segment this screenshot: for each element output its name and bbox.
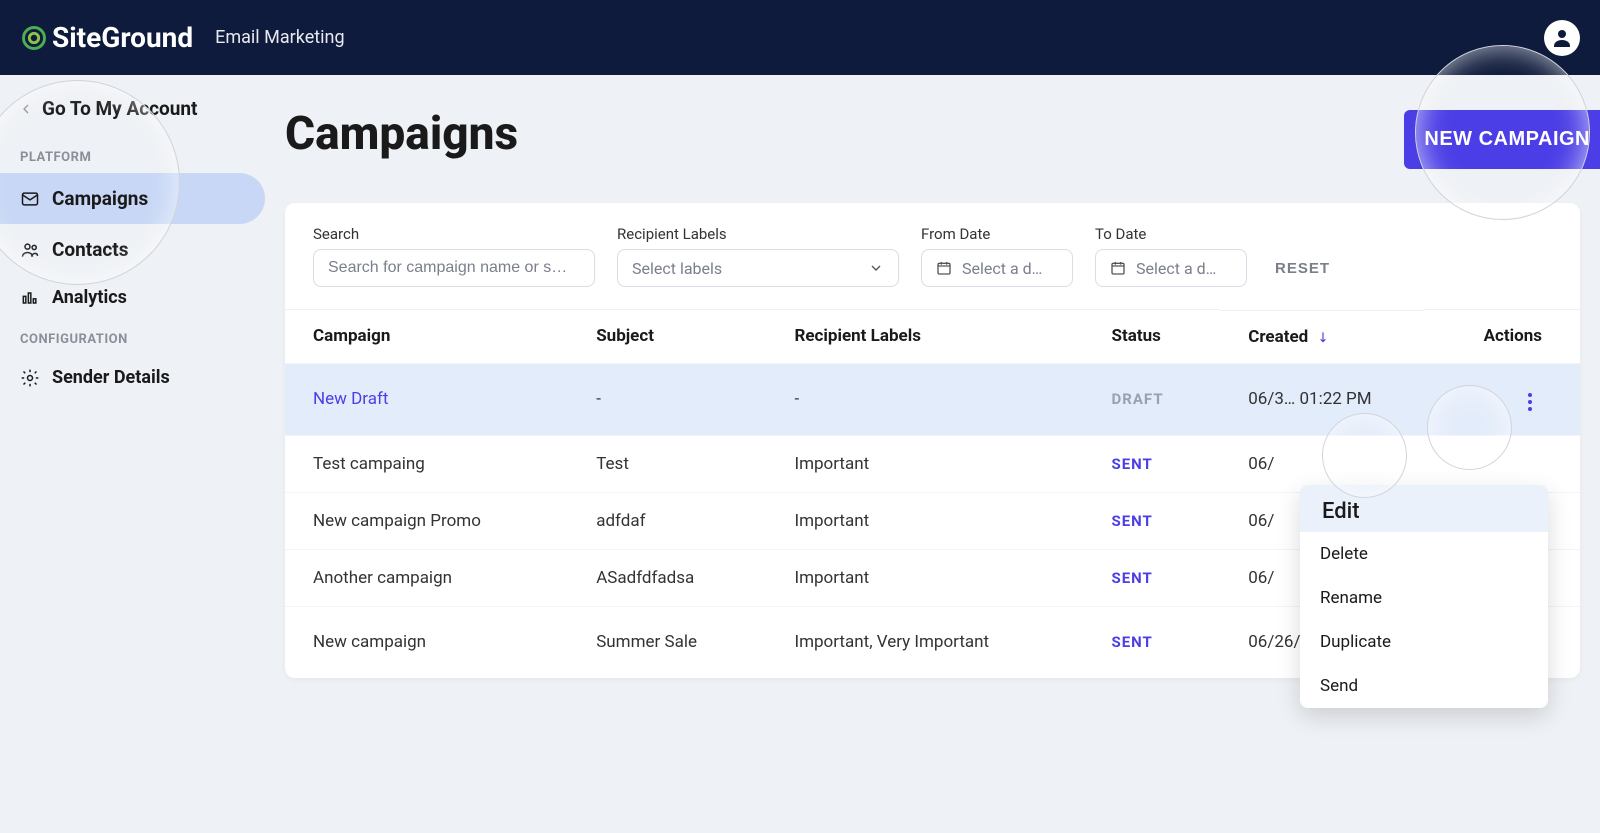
- cell-created: 06/3… 01:22 PM: [1220, 363, 1422, 435]
- cell-status: DRAFT: [1084, 363, 1221, 435]
- cell-labels: Important: [766, 492, 1083, 549]
- cell-campaign[interactable]: Test campaing: [285, 435, 568, 492]
- table-row[interactable]: New Draft--DRAFT06/3… 01:22 PM: [285, 363, 1580, 435]
- gear-icon: [20, 368, 40, 388]
- nav-contacts-label: Contacts: [52, 238, 129, 261]
- campaigns-card: Search Recipient Labels Select labels Fr…: [285, 203, 1580, 678]
- search-input[interactable]: [313, 249, 595, 287]
- menu-edit[interactable]: Edit: [1300, 485, 1548, 538]
- sort-down-icon: [1316, 328, 1330, 346]
- cell-subject: -: [568, 363, 766, 435]
- cell-campaign[interactable]: New campaign: [285, 606, 568, 678]
- chevron-down-icon: [868, 260, 884, 276]
- menu-duplicate[interactable]: Duplicate: [1300, 620, 1548, 664]
- col-subject[interactable]: Subject: [568, 310, 766, 364]
- table-row[interactable]: Test campaingTestImportantSENT06/: [285, 435, 1580, 492]
- arrow-left-icon: [18, 101, 34, 117]
- cell-created: 06/: [1220, 435, 1422, 492]
- col-campaign[interactable]: Campaign: [285, 310, 568, 364]
- cell-labels: Important, Very Important: [766, 606, 1083, 678]
- nav-analytics-label: Analytics: [52, 287, 127, 308]
- col-actions: Actions: [1423, 310, 1580, 364]
- users-icon: [20, 240, 40, 260]
- app-name: Email Marketing: [215, 27, 344, 48]
- cell-subject: ASadfdfadsa: [568, 549, 766, 606]
- labels-filter: Recipient Labels Select labels: [617, 225, 899, 287]
- nav-campaigns[interactable]: Campaigns: [0, 173, 265, 224]
- cell-subject: adfdaf: [568, 492, 766, 549]
- from-date-input[interactable]: Select a d…: [921, 249, 1073, 287]
- from-date-placeholder: Select a d…: [962, 259, 1042, 278]
- section-platform: PLATFORM: [0, 138, 265, 173]
- col-labels[interactable]: Recipient Labels: [766, 310, 1083, 364]
- main-content: Campaigns NEW CAMPAIGN Search Recipient …: [265, 75, 1600, 833]
- to-date-input[interactable]: Select a d…: [1095, 249, 1247, 287]
- labels-select[interactable]: Select labels: [617, 249, 899, 287]
- row-menu-button[interactable]: [1518, 387, 1542, 417]
- row-context-menu: Edit Delete Rename Duplicate Send: [1300, 485, 1548, 708]
- to-date-placeholder: Select a d…: [1136, 259, 1216, 278]
- user-icon: [1550, 26, 1574, 50]
- back-label: Go To My Account: [42, 97, 197, 120]
- to-date-filter: To Date Select a d…: [1095, 225, 1247, 287]
- filters-row: Search Recipient Labels Select labels Fr…: [285, 203, 1580, 309]
- nav-sender-details-label: Sender Details: [52, 367, 170, 388]
- sidebar: Go To My Account PLATFORM Campaigns Cont…: [0, 75, 265, 833]
- search-label: Search: [313, 225, 595, 243]
- cell-subject: Summer Sale: [568, 606, 766, 678]
- menu-send[interactable]: Send: [1300, 664, 1548, 708]
- labels-label: Recipient Labels: [617, 225, 899, 243]
- cell-actions: [1423, 435, 1580, 492]
- nav-analytics[interactable]: Analytics: [0, 275, 265, 320]
- mail-icon: [20, 189, 40, 209]
- cell-campaign[interactable]: Another campaign: [285, 549, 568, 606]
- cell-labels: Important: [766, 549, 1083, 606]
- from-date-filter: From Date Select a d…: [921, 225, 1073, 287]
- swirl-icon: [20, 24, 48, 52]
- avatar[interactable]: [1544, 20, 1580, 56]
- calendar-icon: [1110, 260, 1126, 276]
- cell-actions: [1423, 363, 1580, 435]
- cell-campaign[interactable]: New Draft: [285, 363, 568, 435]
- section-config: CONFIGURATION: [0, 320, 265, 355]
- nav-contacts[interactable]: Contacts: [0, 224, 265, 275]
- brand-name: SiteGround: [52, 21, 193, 54]
- col-created[interactable]: Created: [1220, 310, 1422, 363]
- labels-placeholder: Select labels: [632, 259, 722, 278]
- new-campaign-button[interactable]: NEW CAMPAIGN: [1404, 110, 1600, 169]
- cell-labels: -: [766, 363, 1083, 435]
- chart-icon: [20, 288, 40, 308]
- cell-status: SENT: [1084, 606, 1221, 678]
- cell-status: SENT: [1084, 492, 1221, 549]
- cell-status: SENT: [1084, 435, 1221, 492]
- to-date-label: To Date: [1095, 225, 1247, 243]
- menu-delete[interactable]: Delete: [1300, 532, 1548, 576]
- cell-labels: Important: [766, 435, 1083, 492]
- col-created-label: Created: [1248, 327, 1308, 347]
- col-status[interactable]: Status: [1084, 310, 1221, 364]
- reset-button[interactable]: RESET: [1269, 250, 1336, 287]
- search-filter: Search: [313, 225, 595, 287]
- nav-campaigns-label: Campaigns: [52, 187, 148, 210]
- cell-subject: Test: [568, 435, 766, 492]
- back-to-account-link[interactable]: Go To My Account: [0, 87, 265, 138]
- nav-sender-details[interactable]: Sender Details: [0, 355, 265, 400]
- page-title: Campaigns: [285, 107, 518, 161]
- brand-logo[interactable]: SiteGround: [20, 21, 193, 54]
- cell-campaign[interactable]: New campaign Promo: [285, 492, 568, 549]
- menu-rename[interactable]: Rename: [1300, 576, 1548, 620]
- cell-status: SENT: [1084, 549, 1221, 606]
- calendar-icon: [936, 260, 952, 276]
- top-bar: SiteGround Email Marketing: [0, 0, 1600, 75]
- from-date-label: From Date: [921, 225, 1073, 243]
